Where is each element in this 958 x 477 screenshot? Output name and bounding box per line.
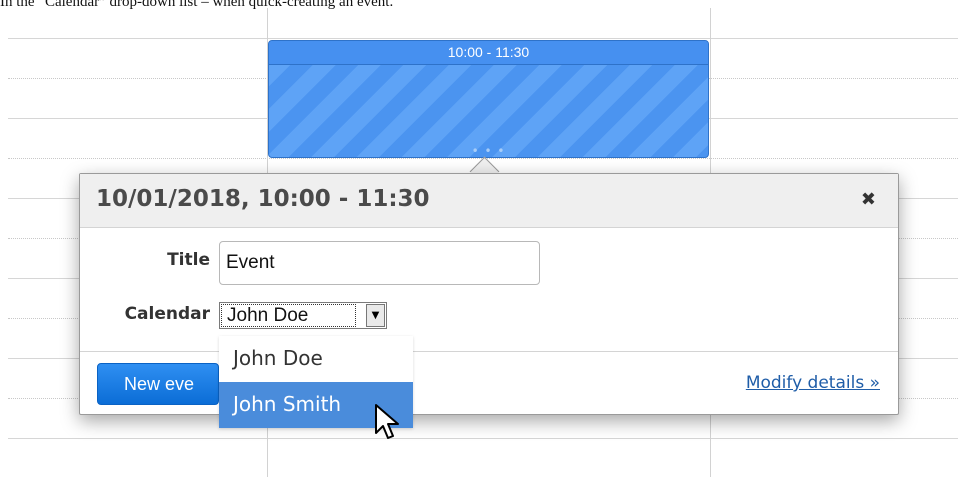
chevron-down-icon[interactable]: ▼ xyxy=(366,304,385,327)
close-icon[interactable]: ✖ xyxy=(861,189,876,210)
quick-create-popup: 10/01/2018, 10:00 - 11:30 ✖ Title Event … xyxy=(79,173,899,415)
title-input[interactable]: Event xyxy=(219,241,540,285)
modify-details-link[interactable]: Modify details » xyxy=(746,373,880,393)
popup-title: 10/01/2018, 10:00 - 11:30 xyxy=(96,186,430,212)
title-label: Title xyxy=(167,250,210,270)
grid-line xyxy=(8,438,958,439)
popup-footer-divider xyxy=(80,351,898,352)
grid-line xyxy=(8,38,958,39)
calendar-select[interactable]: John Doe ▼ xyxy=(219,302,387,329)
new-event-button[interactable]: New eve xyxy=(97,363,219,405)
calendar-label: Calendar xyxy=(124,304,210,324)
dropdown-option-john-doe[interactable]: John Doe xyxy=(219,336,413,382)
mouse-pointer-icon xyxy=(375,404,399,439)
calendar-selected-value: John Doe xyxy=(221,304,356,327)
popup-header: 10/01/2018, 10:00 - 11:30 ✖ xyxy=(80,174,898,228)
caption-text: In the “Calendar” drop-down list – when … xyxy=(0,0,394,10)
event-time-range: 10:00 - 11:30 xyxy=(269,41,708,65)
calendar-event-block[interactable]: 10:00 - 11:30 • • • xyxy=(268,40,709,158)
calendar-week-view: In the “Calendar” drop-down list – when … xyxy=(0,0,958,477)
resize-handle-icon[interactable]: • • • xyxy=(472,145,506,157)
